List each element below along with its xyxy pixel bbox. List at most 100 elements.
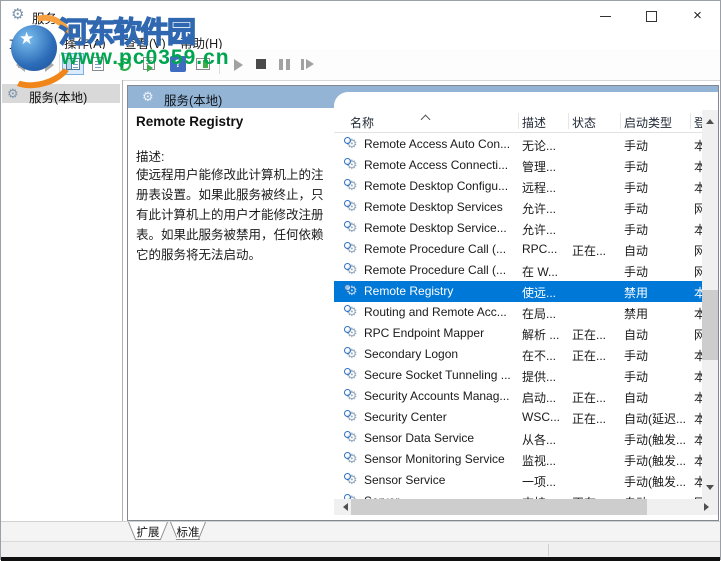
tree-item-services-local[interactable]: ⚙ 服务(本地)	[2, 84, 120, 105]
service-row[interactable]: ⚙ Secondary Logon 在不... 正在... 手动 本	[334, 344, 702, 365]
column-header-description[interactable]: 描述	[522, 114, 546, 131]
title-bar: ⚙ 服务 ×	[1, 1, 720, 31]
scroll-left-icon[interactable]	[339, 503, 348, 511]
column-header-name[interactable]: 名称	[350, 114, 374, 131]
service-name: Routing and Remote Acc...	[364, 305, 507, 319]
vertical-scroll-thumb[interactable]	[702, 290, 718, 360]
vertical-scrollbar[interactable]	[702, 110, 718, 499]
show-console-tree-icon[interactable]	[62, 53, 84, 75]
service-logon: 本	[694, 307, 702, 321]
service-startup: 禁用	[624, 286, 649, 300]
horizontal-scroll-thumb[interactable]	[351, 499, 647, 515]
service-startup: 手动(触发...	[624, 433, 686, 447]
service-gear-icon: ⚙	[344, 199, 358, 214]
service-gear-icon: ⚙	[344, 367, 358, 382]
service-row[interactable]: ⚙ Remote Procedure Call (... RPC... 正在... 自动…	[334, 239, 702, 260]
service-startup: 手动	[624, 160, 649, 174]
service-name: Security Accounts Manag...	[364, 389, 510, 403]
service-row[interactable]: ⚙ Sensor Data Service 从各... 手动(触发... 本	[334, 428, 702, 449]
service-startup: 手动	[624, 265, 649, 279]
service-row[interactable]: ⚙ Security Accounts Manag... 启动... 正在... 自动 本	[334, 386, 702, 407]
close-glyph: ×	[693, 7, 702, 24]
service-name: Remote Access Connecti...	[364, 158, 509, 172]
service-row[interactable]: ⚙ Secure Socket Tunneling ... 提供... 手动 本	[334, 365, 702, 386]
service-logon: 本	[694, 139, 702, 153]
service-gear-icon: ⚙	[344, 178, 358, 193]
minimize-icon[interactable]	[583, 1, 628, 31]
services-app-icon: ⚙	[11, 6, 25, 23]
service-logon: 本	[694, 391, 702, 405]
extended-view-icon[interactable]	[192, 53, 214, 75]
service-rows: ⚙ Remote Access Auto Con... 无论... 手动本 ⚙ Remot…	[334, 134, 702, 499]
export-list-icon[interactable]	[139, 53, 161, 75]
service-desc: 提供...	[522, 370, 557, 384]
scroll-down-icon[interactable]	[706, 485, 714, 494]
service-desc: 使远...	[522, 286, 557, 300]
service-row[interactable]: ⚙ Sensor Monitoring Service 监视... 手动(触发... 本	[334, 449, 702, 470]
horizontal-scrollbar[interactable]	[334, 499, 718, 515]
service-row[interactable]: ⚙ Sensor Service 一项... 手动(触发... 本	[334, 470, 702, 491]
service-gear-icon: ⚙	[344, 409, 358, 424]
service-row[interactable]: ⚙ Remote Procedure Call (... 在 W... 手动 网	[334, 260, 702, 281]
sort-ascending-icon	[420, 114, 431, 125]
column-separator[interactable]	[690, 113, 691, 129]
service-name: Remote Registry	[364, 284, 454, 298]
service-row[interactable]: ⚙ Remote Desktop Configu... 远程... 手动 本	[334, 176, 702, 197]
status-bar	[1, 541, 720, 558]
service-row[interactable]: ⚙ Routing and Remote Acc... 在局... 禁用 本	[334, 302, 702, 323]
window-title: 服务	[32, 12, 58, 26]
service-startup: 自动	[624, 391, 649, 405]
service-logon: 网	[694, 265, 702, 279]
service-status: 正在...	[572, 412, 607, 426]
scroll-up-icon[interactable]	[706, 115, 714, 124]
column-separator[interactable]	[518, 113, 519, 129]
service-desc: 在局...	[522, 307, 557, 321]
help-icon[interactable]: ?	[167, 53, 189, 75]
start-service-icon[interactable]	[227, 53, 249, 75]
service-row[interactable]: ⚙ RPC Endpoint Mapper 解析 ... 正在... 自动 网	[334, 323, 702, 344]
service-startup: 禁用	[624, 307, 649, 321]
tab-extended[interactable]: 扩展	[128, 522, 168, 540]
column-header-startup-type[interactable]: 启动类型	[624, 114, 672, 131]
service-desc: WSC...	[522, 410, 560, 424]
service-gear-icon: ⚙	[344, 304, 358, 319]
selected-service-title: Remote Registry	[136, 114, 244, 129]
restart-service-icon[interactable]	[296, 53, 318, 75]
tab-standard[interactable]: 标准	[170, 522, 206, 540]
column-header-status[interactable]: 状态	[572, 114, 596, 131]
scroll-right-icon[interactable]	[704, 503, 713, 511]
service-row[interactable]: ⚙ Remote Desktop Services 允许... 手动 网	[334, 197, 702, 218]
pause-service-icon[interactable]	[273, 53, 295, 75]
service-gear-icon: ⚙	[344, 241, 358, 256]
services-panel: ⚙ 服务(本地) Remote Registry 描述: 使远程用户能修改此计算…	[127, 85, 719, 521]
banner-title: 服务(本地)	[164, 94, 223, 108]
service-row[interactable]: ⚙ Remote Desktop Service... 允许... 手动 本	[334, 218, 702, 239]
properties-icon[interactable]	[87, 53, 109, 75]
service-gear-icon: ⚙	[344, 346, 358, 361]
service-name: Secondary Logon	[364, 347, 459, 361]
service-name: Secure Socket Tunneling ...	[364, 368, 511, 382]
service-desc: 启动...	[522, 391, 557, 405]
column-separator[interactable]	[620, 113, 621, 129]
service-logon: 网	[694, 202, 702, 216]
column-separator[interactable]	[568, 113, 569, 129]
tab-extended-label: 扩展	[136, 527, 160, 539]
service-gear-icon: ⚙	[344, 325, 358, 340]
back-icon[interactable]	[9, 57, 31, 73]
stop-service-icon[interactable]	[250, 53, 272, 75]
service-row[interactable]: ⚙ Remote Access Auto Con... 无论... 手动 本	[334, 134, 702, 155]
service-row[interactable]: ⚙ Security Center WSC... 正在... 自动(延迟... 本	[334, 407, 702, 428]
tab-standard-label: 标准	[176, 527, 200, 539]
service-desc: 无论...	[522, 139, 557, 153]
service-desc: 一项...	[522, 475, 557, 489]
forward-icon[interactable]	[35, 57, 57, 73]
maximize-icon[interactable]	[629, 1, 674, 31]
service-logon: 本	[694, 475, 702, 489]
close-icon[interactable]: ×	[675, 1, 720, 31]
refresh-icon[interactable]	[113, 53, 135, 75]
description-text: 使远程用户能修改此计算机上的注册表设置。如果此服务被终止，只有此计算机上的用户才…	[136, 168, 324, 262]
service-row[interactable]: ⚙ Remote Registry 使远... 禁用 本	[334, 281, 702, 302]
service-row[interactable]: ⚙ Remote Access Connecti... 管理... 手动 本	[334, 155, 702, 176]
service-row[interactable]: ⚙Server支持...正在...自动网	[334, 491, 702, 499]
service-logon: 本	[694, 286, 702, 300]
